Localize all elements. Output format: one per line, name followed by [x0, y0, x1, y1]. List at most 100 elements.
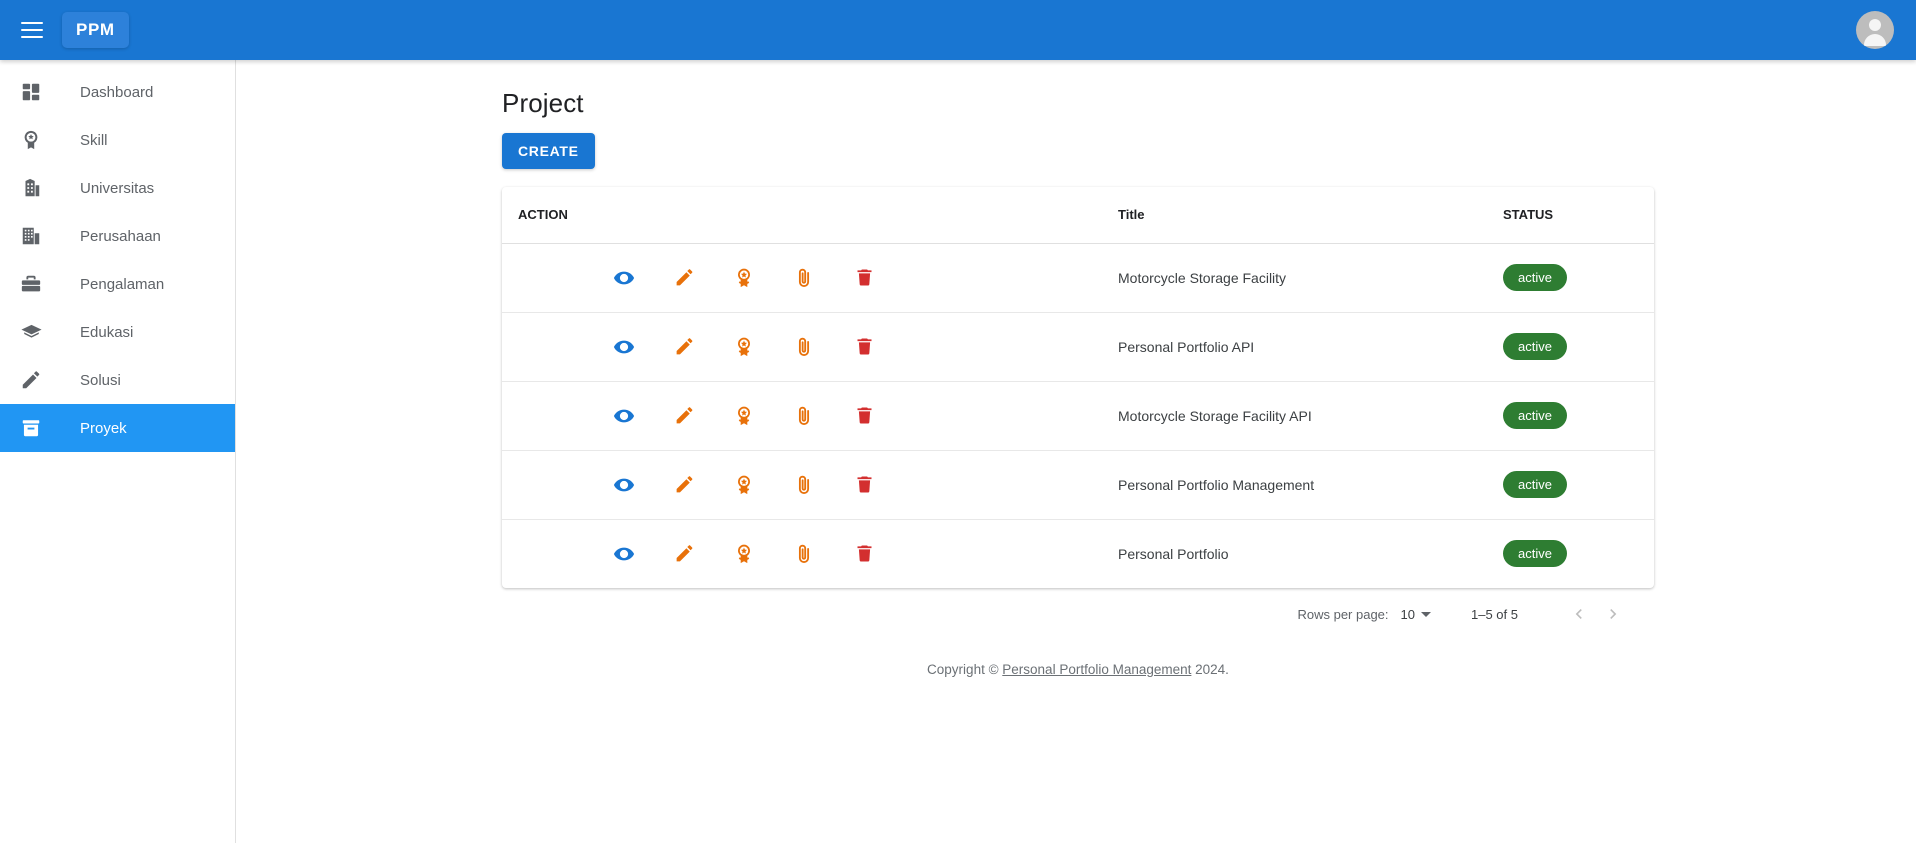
status-badge: active [1503, 333, 1567, 360]
project-table-card: ACTION Title STATUS Motorcycle Storage F… [502, 187, 1654, 588]
project-table: ACTION Title STATUS Motorcycle Storage F… [502, 187, 1654, 588]
office-building-icon [14, 224, 48, 248]
view-icon[interactable] [612, 404, 636, 428]
rows-per-page-value: 10 [1400, 606, 1415, 622]
sidebar-item-label: Skill [80, 131, 108, 149]
row-title: Personal Portfolio API [1102, 312, 1487, 382]
account-circle-icon[interactable] [1856, 11, 1894, 49]
sidebar-item-dashboard[interactable]: Dashboard [0, 68, 235, 116]
table-row: Personal Portfolio active [502, 519, 1654, 588]
delete-trash-icon[interactable] [852, 266, 876, 290]
row-actions [612, 404, 1086, 428]
sidebar-item-universitas[interactable]: Universitas [0, 164, 235, 212]
delete-trash-icon[interactable] [852, 404, 876, 428]
pagination-range-label: 1–5 of 5 [1471, 606, 1518, 622]
delete-trash-icon[interactable] [852, 542, 876, 566]
status-badge: active [1503, 471, 1567, 498]
edit-pencil-icon[interactable] [672, 266, 696, 290]
avatar-head [1869, 19, 1881, 31]
sidebar-item-label: Pengalaman [80, 275, 165, 293]
chevron-right-icon[interactable] [1596, 597, 1630, 631]
row-title: Personal Portfolio Management [1102, 450, 1487, 520]
sidebar-item-skill[interactable]: Skill [0, 116, 235, 164]
sidebar-item-label: Proyek [80, 419, 127, 437]
edit-pencil-icon[interactable] [672, 404, 696, 428]
sidebar-navigation: Dashboard Skill Universitas Perusahaan P… [0, 60, 236, 843]
main-content: Project CREATE ACTION Title STATUS Motor… [236, 60, 1916, 843]
sidebar-item-label: Universitas [80, 179, 155, 197]
sidebar-item-solusi[interactable]: Solusi [0, 356, 235, 404]
award-badge-icon[interactable] [732, 473, 756, 497]
graduation-cap-icon [14, 320, 48, 344]
footer-link[interactable]: Personal Portfolio Management [1002, 662, 1191, 677]
sidebar-item-pengalaman[interactable]: Pengalaman [0, 260, 235, 308]
rows-per-page-select[interactable]: 10 [1401, 607, 1431, 622]
view-icon[interactable] [612, 542, 636, 566]
row-actions-cell [502, 519, 1102, 588]
table-head: ACTION Title STATUS [502, 187, 1654, 244]
attachment-paperclip-icon[interactable] [792, 266, 816, 290]
sidebar-item-edukasi[interactable]: Edukasi [0, 308, 235, 356]
sidebar-item-label: Dashboard [80, 83, 154, 101]
sidebar-item-label: Perusahaan [80, 227, 161, 245]
edit-pencil-icon[interactable] [672, 335, 696, 359]
attachment-paperclip-icon[interactable] [792, 473, 816, 497]
row-title: Motorcycle Storage Facility [1102, 243, 1487, 313]
page-title: Project [502, 88, 584, 118]
delete-trash-icon[interactable] [852, 473, 876, 497]
pencil-icon [14, 368, 48, 392]
row-status-cell: active [1487, 312, 1654, 382]
create-button[interactable]: CREATE [502, 133, 595, 169]
row-status-cell: active [1487, 243, 1654, 313]
attachment-paperclip-icon[interactable] [792, 404, 816, 428]
menu-bar-3 [21, 36, 43, 38]
table-body: Motorcycle Storage Facility active Persona… [502, 243, 1654, 588]
menu-bar-1 [21, 22, 43, 24]
view-icon[interactable] [612, 473, 636, 497]
sidebar-item-label: Edukasi [80, 323, 134, 341]
footer-suffix: 2024. [1191, 662, 1229, 677]
chevron-left-icon[interactable] [1562, 597, 1596, 631]
row-actions-cell [502, 381, 1102, 451]
attachment-paperclip-icon[interactable] [792, 542, 816, 566]
archive-box-icon [14, 416, 48, 440]
hamburger-menu-icon[interactable] [10, 8, 54, 52]
row-title: Motorcycle Storage Facility API [1102, 381, 1487, 451]
school-building-icon [14, 176, 48, 200]
menu-bar-2 [21, 29, 43, 31]
attachment-paperclip-icon[interactable] [792, 335, 816, 359]
sidebar-item-perusahaan[interactable]: Perusahaan [0, 212, 235, 260]
badge-star-icon [14, 128, 48, 152]
status-badge: active [1503, 264, 1567, 291]
status-badge: active [1503, 402, 1567, 429]
row-title: Personal Portfolio [1118, 545, 1229, 562]
table-row: Personal Portfolio Management active [502, 450, 1654, 520]
view-icon[interactable] [612, 266, 636, 290]
briefcase-icon [14, 272, 48, 296]
table-row: Motorcycle Storage Facility API active [502, 381, 1654, 451]
dashboard-icon [14, 80, 48, 104]
avatar-body [1864, 34, 1886, 46]
row-actions [612, 266, 1086, 290]
edit-pencil-icon[interactable] [672, 542, 696, 566]
sidebar-item-label: Solusi [80, 371, 121, 389]
brand-button[interactable]: PPM [62, 12, 129, 48]
award-badge-icon[interactable] [732, 266, 756, 290]
edit-pencil-icon[interactable] [672, 473, 696, 497]
page-wrapper: Project CREATE ACTION Title STATUS Motor… [236, 60, 1916, 677]
column-header-status: STATUS [1487, 187, 1654, 244]
award-badge-icon[interactable] [732, 404, 756, 428]
row-actions [612, 542, 1086, 566]
table-row: Motorcycle Storage Facility active [502, 243, 1654, 313]
chevron-down-icon [1421, 611, 1431, 617]
row-status-cell: active [1487, 450, 1654, 520]
delete-trash-icon[interactable] [852, 335, 876, 359]
award-badge-icon[interactable] [732, 335, 756, 359]
award-badge-icon[interactable] [732, 542, 756, 566]
rows-per-page-label: Rows per page: [1297, 606, 1389, 622]
row-actions-cell [502, 450, 1102, 520]
table-row: Personal Portfolio API active [502, 312, 1654, 382]
top-app-bar: PPM [0, 0, 1916, 60]
view-icon[interactable] [612, 335, 636, 359]
sidebar-item-proyek[interactable]: Proyek [0, 404, 235, 452]
